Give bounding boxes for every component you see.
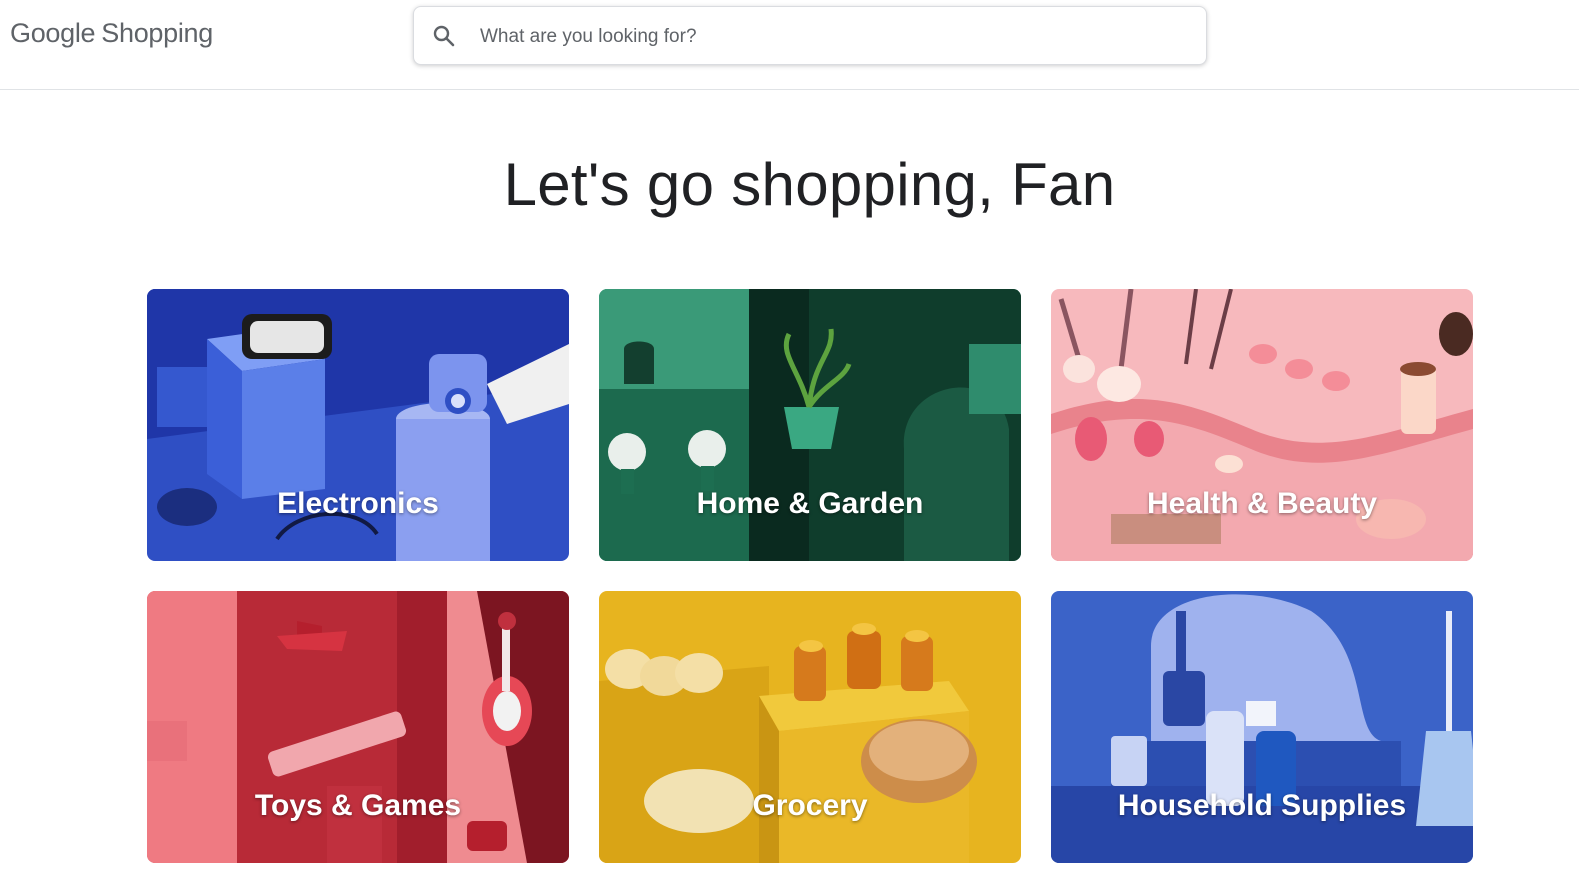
category-card-grocery[interactable]: Grocery	[599, 591, 1021, 863]
search-input[interactable]	[478, 21, 1182, 53]
category-card-health-beauty[interactable]: Health & Beauty	[1051, 289, 1473, 561]
logo-brand: Google	[10, 18, 96, 48]
category-card-home-garden[interactable]: Home & Garden	[599, 289, 1021, 561]
top-bar: Google Shopping	[0, 0, 1579, 90]
category-label: Toys & Games	[254, 789, 462, 822]
google-shopping-logo[interactable]: Google Shopping	[10, 18, 213, 49]
category-label: Household Supplies	[1117, 789, 1407, 822]
page-greeting: Let's go shopping, Fan	[503, 151, 1116, 218]
category-label: Electronics	[277, 487, 439, 520]
category-label: Home & Garden	[696, 487, 924, 520]
logo-product: Shopping	[101, 18, 213, 48]
category-label: Health & Beauty	[1146, 487, 1378, 520]
search-box[interactable]	[413, 6, 1207, 65]
category-label: Grocery	[752, 789, 868, 822]
category-card-household-supplies[interactable]: Household Supplies	[1051, 591, 1473, 863]
search-icon[interactable]	[432, 24, 456, 48]
category-card-toys-games[interactable]: Toys & Games	[147, 591, 569, 863]
category-card-electronics[interactable]: Electronics	[147, 289, 569, 561]
